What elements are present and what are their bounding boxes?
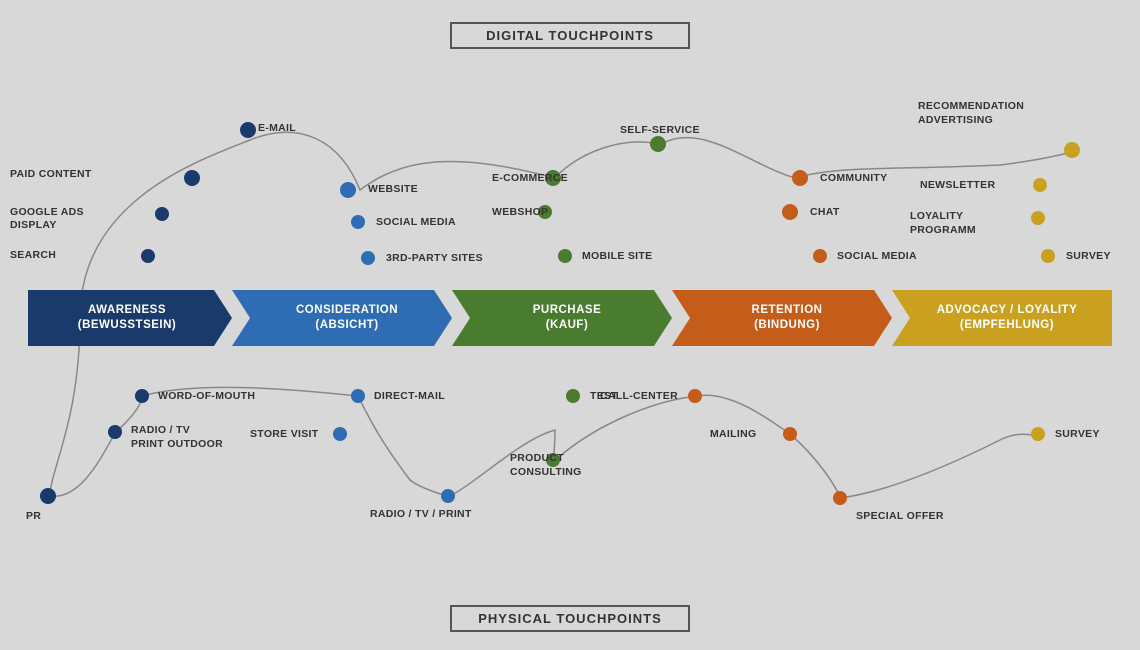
dot-mobile-site: [558, 249, 572, 263]
label-call-center: CALL-CENTER: [600, 390, 678, 404]
dot-call-center: [688, 389, 702, 403]
dot-self-service: [650, 136, 666, 152]
dot-google-ads: [155, 207, 169, 221]
label-pr: PR: [26, 510, 41, 524]
digital-touchpoints-title: DIGITAL TOUCHPOINTS: [450, 22, 690, 49]
dot-paid-content: [184, 170, 200, 186]
label-store-visit: STORE VISIT: [250, 428, 318, 442]
dot-store-visit: [333, 427, 347, 441]
dot-test: [566, 389, 580, 403]
banner-advocacy: ADVOCACY / LOYALITY(EMPFEHLUNG): [892, 290, 1112, 346]
banner: AWARENESS(BEWUSSTSEIN) CONSIDERATION(ABS…: [28, 290, 1112, 346]
label-social-media-consideration: SOCIAL MEDIA: [376, 216, 456, 230]
label-survey-physical: SURVEY: [1055, 428, 1100, 442]
dot-search: [141, 249, 155, 263]
label-radio-tv-print-phys: RADIO / TV / PRINT: [370, 508, 472, 522]
dot-word-of-mouth: [135, 389, 149, 403]
dot-email: [240, 122, 256, 138]
label-mobile-site: MOBILE SITE: [582, 250, 652, 264]
banner-advocacy-label: ADVOCACY / LOYALITY(EMPFEHLUNG): [937, 303, 1078, 333]
dot-recommendation: [1064, 142, 1080, 158]
dot-newsletter: [1033, 178, 1047, 192]
dot-mailing: [783, 427, 797, 441]
label-social-media-retention: SOCIAL MEDIA: [837, 250, 917, 264]
banner-awareness: AWARENESS(BEWUSSTSEIN): [28, 290, 232, 346]
label-self-service: SELF-SERVICE: [620, 124, 700, 138]
diagram-container: DIGITAL TOUCHPOINTS AWARENESS(BEWUSSTSEI…: [0, 0, 1140, 650]
physical-touchpoints-title: PHYSICAL TOUCHPOINTS: [450, 605, 690, 632]
banner-purchase: PURCHASE(KAUF): [452, 290, 672, 346]
label-website: WEBSITE: [368, 183, 418, 197]
label-ecommerce: E-COMMERCE: [492, 172, 568, 186]
label-radio-tv-print: RADIO / TVPRINT OUTDOOR: [131, 424, 223, 451]
label-paid-content: PAID CONTENT: [10, 168, 92, 182]
dot-survey-digital: [1041, 249, 1055, 263]
dot-community: [792, 170, 808, 186]
label-google-ads: GOOGLE ADSDISPLAY: [10, 206, 84, 231]
label-chat: CHAT: [810, 206, 840, 220]
dot-radio-tv-print-phys: [441, 489, 455, 503]
label-special-offer: SPECIAL OFFER: [856, 510, 944, 524]
label-mailing: MAILING: [710, 428, 756, 442]
label-word-of-mouth: WORD-OF-MOUTH: [158, 390, 255, 404]
label-webshop: WEBSHOP: [492, 206, 548, 220]
dot-radio-tv-print: [108, 425, 122, 439]
label-product-consulting: PRODUCTCONSULTING: [510, 452, 582, 479]
dot-loyality: [1031, 211, 1045, 225]
dot-survey-physical: [1031, 427, 1045, 441]
label-email: E-MAIL: [258, 122, 296, 136]
dot-social-media-consideration: [351, 215, 365, 229]
banner-consideration-label: CONSIDERATION(ABSICHT): [296, 303, 398, 333]
label-survey-digital: SURVEY: [1066, 250, 1111, 264]
dot-website: [340, 182, 356, 198]
banner-consideration: CONSIDERATION(ABSICHT): [232, 290, 452, 346]
banner-retention-label: RETENTION(BINDUNG): [752, 303, 823, 333]
label-direct-mail: DIRECT-MAIL: [374, 390, 445, 404]
banner-purchase-label: PURCHASE(KAUF): [533, 303, 602, 333]
label-community: COMMUNITY: [820, 172, 887, 186]
dot-special-offer: [833, 491, 847, 505]
dot-pr: [40, 488, 56, 504]
label-newsletter: NEWSLETTER: [920, 179, 995, 193]
banner-retention: RETENTION(BINDUNG): [672, 290, 892, 346]
dot-chat: [782, 204, 798, 220]
label-loyality: LOYALITYPROGRAMM: [910, 210, 976, 237]
dot-direct-mail: [351, 389, 365, 403]
label-search: SEARCH: [10, 249, 56, 263]
label-recommendation: RECOMMENDATIONADVERTISING: [918, 100, 1024, 127]
banner-awareness-label: AWARENESS(BEWUSSTSEIN): [78, 303, 177, 333]
dot-3rd-party: [361, 251, 375, 265]
label-3rd-party: 3RD-PARTY SITES: [386, 252, 483, 266]
dot-social-media-retention: [813, 249, 827, 263]
